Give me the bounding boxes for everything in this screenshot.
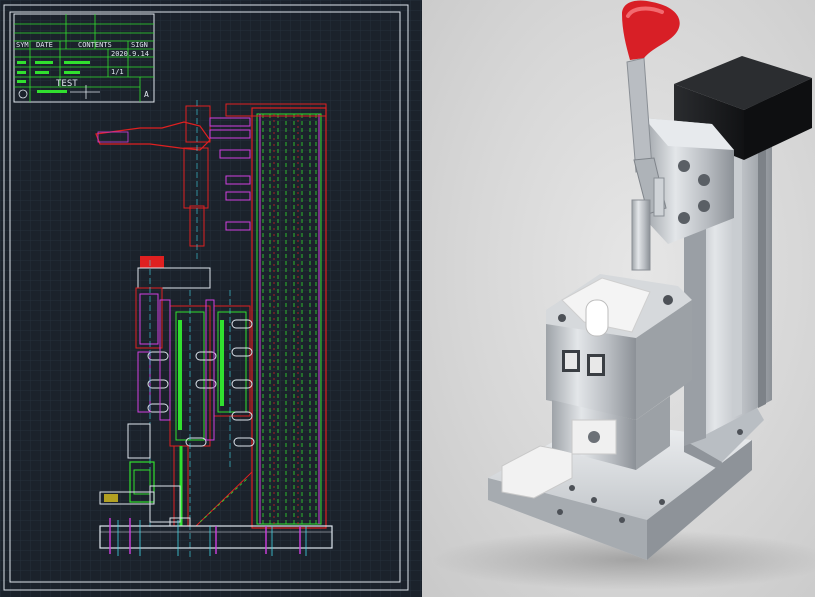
tb-sheet: 1/1 (111, 68, 124, 76)
tb-header-date: DATE (36, 41, 53, 49)
tb-header-contents: CONTENTS (78, 41, 112, 49)
tb-date: 2020.9.14 (111, 50, 149, 58)
tb-header-sym: SYM (16, 41, 29, 49)
fixture-photo-illustration (432, 0, 815, 590)
cad-drawing: SYM DATE CONTENTS SIGN 2020.9.14 TEST 1/… (0, 0, 422, 597)
tb-part-name: TEST (56, 79, 78, 89)
tb-size: A (144, 90, 149, 99)
tb-header-sign: SIGN (131, 41, 148, 49)
fixture-photo (422, 0, 815, 597)
plunger-rod (631, 199, 651, 271)
pad-drawing (140, 256, 164, 268)
cad-drawing-panel: SYM DATE CONTENTS SIGN 2020.9.14 TEST 1/… (0, 0, 422, 597)
